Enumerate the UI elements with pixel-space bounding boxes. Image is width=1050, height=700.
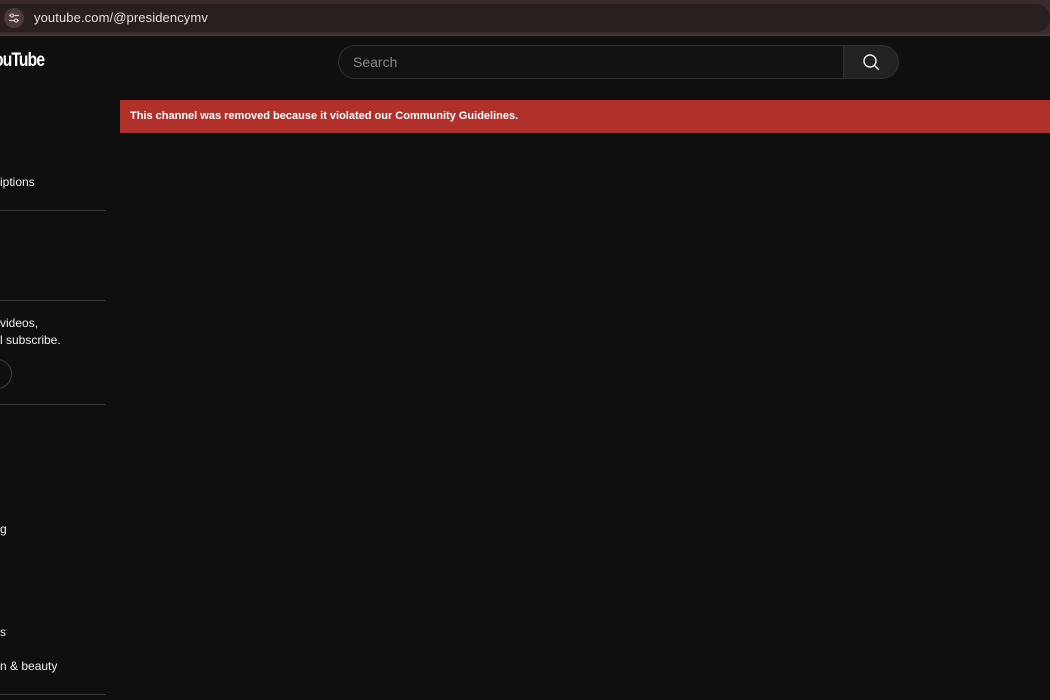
sign-in-button[interactable] [0,359,12,389]
sidebar-item-explore[interactable]: s [0,625,6,639]
signin-prompt-line-2: l subscribe. [0,333,61,347]
url-text: youtube.com/@presidencymv [34,10,208,25]
sidebar-item-explore[interactable]: g [0,522,7,536]
search-icon [863,54,880,71]
banner-message: This channel was removed because it viol… [130,110,519,122]
youtube-logo[interactable]: ouTube [0,50,45,72]
sidebar-item-subscriptions[interactable]: iptions [0,175,35,189]
search-input[interactable] [353,46,833,78]
sidebar-divider [0,694,106,695]
url-field[interactable]: youtube.com/@presidencymv [0,4,1050,32]
sidebar-item-explore[interactable]: n & beauty [0,659,57,673]
sidebar-divider [0,210,106,211]
sidebar: iptions videos, l subscribe. g s n & bea… [0,140,106,700]
signin-prompt-line-1: videos, [0,316,39,330]
search-box [338,45,844,79]
sidebar-divider [0,300,106,301]
tune-icon[interactable] [4,8,24,28]
browser-address-bar: youtube.com/@presidencymv [0,0,1050,36]
sidebar-divider [0,404,106,405]
search-button[interactable] [843,45,899,79]
channel-removed-banner: This channel was removed because it viol… [120,100,1050,133]
